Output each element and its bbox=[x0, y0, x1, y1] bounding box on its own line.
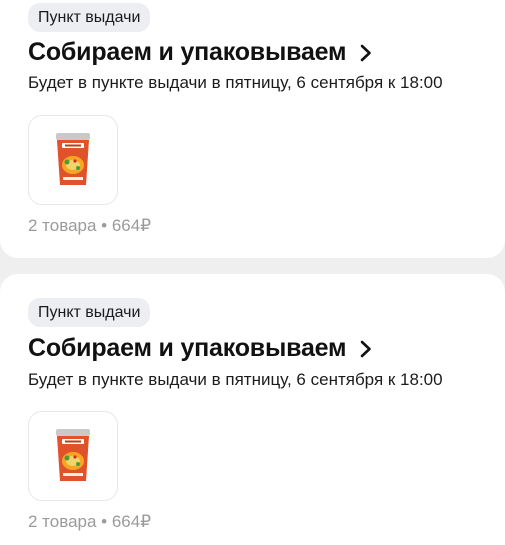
order-card[interactable]: Пункт выдачи Собираем и упаковываем Буде… bbox=[0, 0, 505, 258]
order-card[interactable]: Пункт выдачи Собираем и упаковываем Буде… bbox=[0, 274, 505, 545]
chevron-right-icon bbox=[358, 42, 374, 64]
order-summary: 2 товара • 664₽ bbox=[28, 512, 152, 531]
order-summary: 2 товара • 664₽ bbox=[28, 216, 152, 235]
pickup-point-badge: Пункт выдачи bbox=[28, 3, 151, 32]
order-status-link[interactable]: Собираем и упаковываем bbox=[28, 38, 374, 67]
order-status-title: Собираем и упаковываем bbox=[28, 334, 347, 362]
soup-cup-product-icon bbox=[56, 133, 90, 185]
delivery-info: Будет в пункте выдачи в пятницу, 6 сентя… bbox=[28, 73, 443, 92]
product-thumbnail[interactable] bbox=[28, 115, 118, 205]
delivery-info: Будет в пункте выдачи в пятницу, 6 сентя… bbox=[28, 370, 443, 389]
product-thumbnail[interactable] bbox=[28, 411, 118, 501]
chevron-right-icon bbox=[358, 338, 374, 360]
pickup-point-badge: Пункт выдачи bbox=[28, 298, 151, 327]
order-status-title: Собираем и упаковываем bbox=[28, 38, 347, 66]
order-status-link[interactable]: Собираем и упаковываем bbox=[28, 334, 374, 363]
soup-cup-product-icon bbox=[56, 429, 90, 481]
